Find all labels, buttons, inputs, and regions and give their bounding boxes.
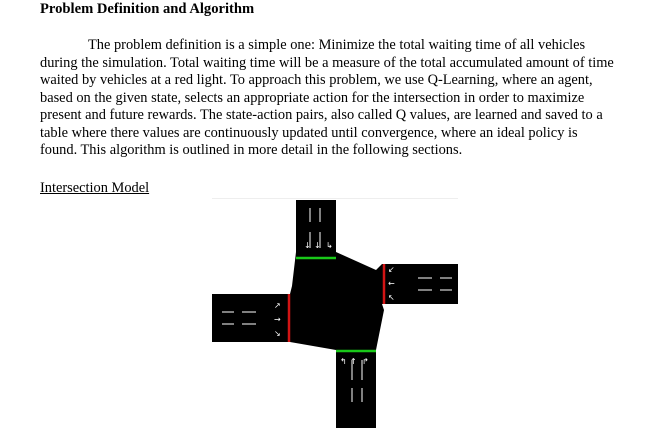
- west-arrow-left-icon: ↗: [274, 301, 281, 310]
- section-heading: Problem Definition and Algorithm: [40, 1, 255, 17]
- south-arrow-left-icon: ↰: [340, 357, 347, 366]
- east-arrow-straight-icon: ←: [388, 279, 395, 288]
- south-arrow-straight-icon: ↑: [350, 357, 357, 366]
- subsection-heading: Intersection Model: [40, 180, 150, 196]
- east-arrow-right-icon: ↖: [388, 293, 395, 302]
- north-arrow-right-icon: ↳: [326, 241, 333, 250]
- south-arrow-right-icon: ↱: [362, 357, 369, 366]
- north-arrow-straight-icon: ↓: [314, 241, 321, 250]
- body-paragraph-text: The problem definition is a simple one: …: [40, 37, 614, 158]
- east-arrow-left-icon: ↙: [388, 265, 395, 274]
- intersection-box: [290, 252, 384, 350]
- road-surface: [212, 200, 458, 428]
- west-arrow-straight-icon: →: [274, 315, 281, 324]
- body-paragraph: The problem definition is a simple one: …: [40, 37, 618, 160]
- west-arrow-right-icon: ↘: [274, 329, 281, 338]
- north-arrow-left-icon: ↓: [304, 241, 311, 250]
- intersection-diagram: ↓ ↓ ↳ ↰ ↑ ↱ ↙ ← ↖ ↗ → ↘: [212, 200, 458, 428]
- figure-top-rule: [212, 198, 458, 199]
